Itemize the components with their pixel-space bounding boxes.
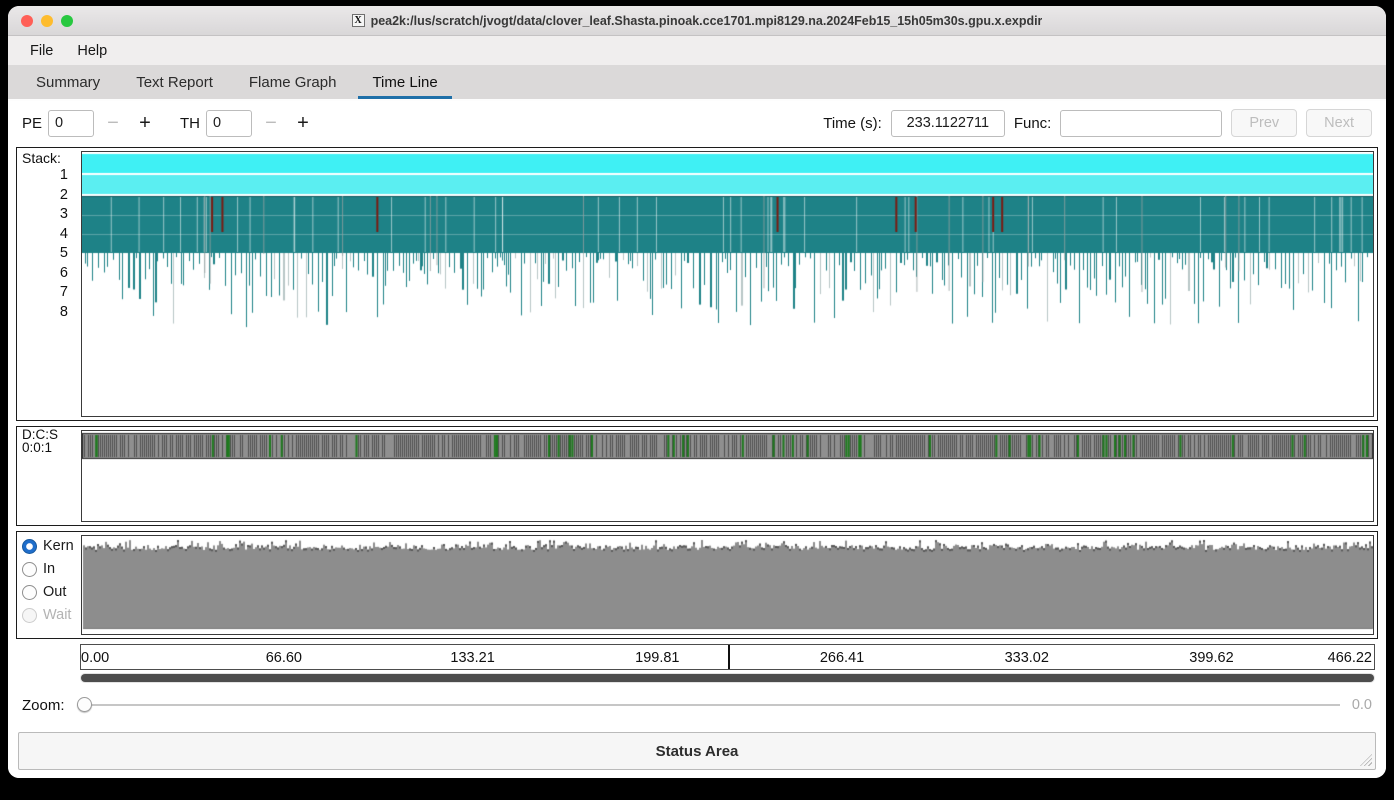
stack-row-label-8: 8 [22, 303, 68, 323]
dcs-chartbox [81, 430, 1374, 522]
radio-wait-label: Wait [43, 607, 71, 623]
horizontal-scrollbar[interactable] [80, 673, 1375, 683]
func-label: Func: [1014, 115, 1052, 132]
maximize-button[interactable] [61, 15, 73, 27]
kern-timeline-canvas[interactable] [82, 536, 1373, 634]
stack-chartbox [81, 151, 1374, 417]
dcs-id-label: 0:0:1 [22, 441, 81, 454]
tab-time-line[interactable]: Time Line [358, 65, 451, 99]
axis-tick-label: 333.02 [1005, 650, 1049, 666]
axis-gutter-spacer [16, 644, 80, 670]
axis-tick-label: 466.22 [1328, 650, 1372, 666]
stack-row-label-3: 3 [22, 205, 68, 225]
status-area: Status Area [18, 732, 1376, 770]
zoom-value: 0.0 [1352, 697, 1372, 713]
zoom-row: Zoom: 0.0 [22, 692, 1372, 718]
pe-label: PE [22, 115, 42, 132]
dcs-timeline-canvas[interactable] [82, 431, 1373, 521]
traffic-lights [21, 15, 73, 27]
stack-row-label-7: 7 [22, 283, 68, 303]
toolbar-right-group: Time (s): Func: Prev Next [823, 109, 1372, 137]
radio-out-icon[interactable] [22, 585, 37, 600]
radio-in-label: In [43, 561, 55, 577]
radio-option-out[interactable]: Out [22, 584, 81, 600]
tab-summary[interactable]: Summary [22, 65, 114, 99]
radio-kern-label: Kern [43, 538, 74, 554]
zoom-slider-track [77, 704, 1340, 706]
radio-wait-icon[interactable] [22, 608, 37, 623]
axis-tick-label: 266.41 [820, 650, 864, 666]
toolbar: PE − + TH − + Time (s): Func: Prev Next [8, 101, 1386, 145]
axis-tick-label: 199.81 [635, 650, 679, 666]
kern-panel: Kern In Out Wait [16, 531, 1378, 639]
dcs-panel: D:C:S 0:0:1 [16, 426, 1378, 526]
zoom-slider[interactable] [77, 697, 1340, 713]
time-input[interactable] [891, 110, 1005, 137]
window-title: X pea2k:/lus/scratch/jvogt/data/clover_l… [352, 14, 1043, 28]
th-increment-button[interactable]: + [290, 110, 316, 136]
tab-flame-graph[interactable]: Flame Graph [235, 65, 351, 99]
stack-row-label-2: 2 [22, 186, 68, 206]
pe-increment-button[interactable]: + [132, 110, 158, 136]
stack-timeline-canvas[interactable] [82, 152, 1373, 416]
stack-row-label-4: 4 [22, 225, 68, 245]
next-button[interactable]: Next [1306, 109, 1372, 137]
zoom-slider-knob[interactable] [77, 697, 92, 712]
th-decrement-button[interactable]: − [258, 110, 284, 136]
axis-tick-label: 399.62 [1189, 650, 1233, 666]
menu-file[interactable]: File [20, 39, 63, 63]
axis-tick-label: 0.00 [81, 650, 109, 666]
axis-tick-label: 66.60 [266, 650, 302, 666]
tab-text-report[interactable]: Text Report [122, 65, 227, 99]
time-axis-row: 0.00 66.60 133.21 199.81 266.41 333.02 399.62 4… [16, 644, 1378, 670]
stack-label: Stack: [22, 149, 81, 166]
scrollbar-row [16, 673, 1378, 683]
tab-bar: Summary Text Report Flame Graph Time Lin… [8, 65, 1386, 101]
close-button[interactable] [21, 15, 33, 27]
app-window: X pea2k:/lus/scratch/jvogt/data/clover_l… [8, 6, 1386, 778]
menu-bar: File Help [8, 36, 1386, 65]
radio-option-kern[interactable]: Kern [22, 538, 81, 554]
stack-row-label-1: 1 [22, 166, 68, 186]
pe-input[interactable] [48, 110, 94, 137]
func-input[interactable] [1060, 110, 1222, 137]
minimize-button[interactable] [41, 15, 53, 27]
th-label: TH [180, 115, 200, 132]
menu-help[interactable]: Help [67, 39, 117, 63]
pe-decrement-button[interactable]: − [100, 110, 126, 136]
window-title-text: pea2k:/lus/scratch/jvogt/data/clover_lea… [371, 14, 1043, 28]
stack-row-label-6: 6 [22, 264, 68, 284]
stack-row-label-5: 5 [22, 244, 68, 264]
time-label: Time (s): [823, 115, 882, 132]
stack-row-labels: 1 2 3 4 5 6 7 8 [22, 166, 81, 322]
radio-option-wait[interactable]: Wait [22, 607, 81, 623]
radio-in-icon[interactable] [22, 562, 37, 577]
prev-button[interactable]: Prev [1231, 109, 1297, 137]
radio-kern-icon[interactable] [22, 539, 37, 554]
kern-gutter: Kern In Out Wait [17, 532, 81, 638]
radio-option-in[interactable]: In [22, 561, 81, 577]
th-input[interactable] [206, 110, 252, 137]
scrollbar-thumb[interactable] [81, 674, 1374, 682]
x11-app-icon: X [352, 14, 365, 27]
time-axis[interactable]: 0.00 66.60 133.21 199.81 266.41 333.02 399.62 4… [80, 644, 1375, 670]
main-area: Stack: 1 2 3 4 5 6 7 8 D:C:S 0:0: [8, 145, 1386, 778]
axis-tick-label: 133.21 [450, 650, 494, 666]
scrollbar-gutter-spacer [16, 673, 80, 683]
kern-chartbox [81, 535, 1374, 635]
radio-out-label: Out [43, 584, 66, 600]
status-text: Status Area [656, 743, 739, 760]
titlebar: X pea2k:/lus/scratch/jvogt/data/clover_l… [8, 6, 1386, 36]
zoom-label: Zoom: [22, 697, 65, 714]
stack-gutter: Stack: 1 2 3 4 5 6 7 8 [17, 148, 81, 420]
dcs-gutter: D:C:S 0:0:1 [17, 427, 81, 525]
resize-grip[interactable] [1360, 754, 1372, 766]
current-time-marker[interactable] [728, 645, 730, 669]
stack-panel: Stack: 1 2 3 4 5 6 7 8 [16, 147, 1378, 421]
